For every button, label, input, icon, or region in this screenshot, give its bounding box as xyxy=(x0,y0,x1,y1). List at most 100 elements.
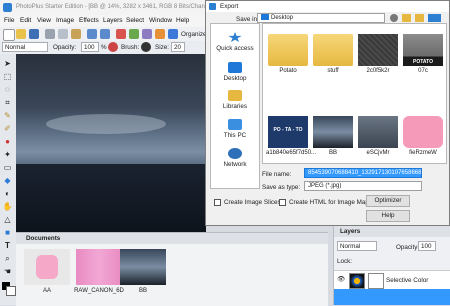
file-name-2c0f5k2r: 2c0f5k2r xyxy=(366,68,390,74)
file-item-potato[interactable]: Potato xyxy=(266,34,310,74)
file-name-fierzmew: fieRzmeW xyxy=(409,150,437,156)
eyedropper-icon[interactable]: ✎ xyxy=(2,110,13,121)
create-html-checkbox[interactable] xyxy=(279,199,286,206)
place-network[interactable]: Network xyxy=(211,148,259,168)
image-thumbnail xyxy=(358,116,398,148)
lasso-tool-icon[interactable]: ◌ xyxy=(2,84,13,95)
red-eye-icon[interactable] xyxy=(116,29,126,39)
redo-icon[interactable] xyxy=(100,29,110,39)
save-in-select[interactable]: Desktop xyxy=(257,13,385,23)
fill-tool-icon[interactable]: ◆ xyxy=(2,175,13,186)
file-item-escjvmr[interactable]: eSCjvMr xyxy=(356,116,400,156)
layer-row-background[interactable] xyxy=(334,289,450,305)
brush-tool-icon[interactable]: ✐ xyxy=(2,123,13,134)
canvas-cloud xyxy=(46,114,166,134)
optimizer-button[interactable]: Optimizer xyxy=(366,195,410,207)
file-name-input[interactable]: 854539070688410_13291713010765866818_n xyxy=(304,168,422,178)
up-folder-icon[interactable] xyxy=(402,14,411,22)
airbrush-icon[interactable] xyxy=(108,42,118,52)
copy-icon[interactable] xyxy=(58,29,68,39)
file-item-07c[interactable]: POTATO 07c xyxy=(401,34,445,74)
selection-tool-icon[interactable]: ⬚ xyxy=(2,71,13,82)
tools-palette: ➤ ⬚ ◌ ⌗ ✎ ✐ ● ✦ ▭ ◆ ◐ ✋ △ ■ T ⌕ ☚ xyxy=(0,54,17,305)
place-this-pc[interactable]: This PC xyxy=(211,119,259,139)
size-input[interactable]: 20 xyxy=(171,42,185,52)
place-label-desktop: Desktop xyxy=(223,75,247,82)
adjust-icon[interactable] xyxy=(129,29,139,39)
menu-file[interactable]: File xyxy=(4,17,14,24)
menu-edit[interactable]: Edit xyxy=(20,17,31,24)
file-item-fierzmew[interactable]: fieRzmeW xyxy=(401,116,445,156)
menu-select[interactable]: Select xyxy=(126,17,144,24)
dodge-tool-icon[interactable]: ◐ xyxy=(2,188,13,199)
crop-tool-icon[interactable]: ⌗ xyxy=(2,97,13,108)
layer-blend-mode-select[interactable]: Normal xyxy=(337,241,377,251)
layer-row-selective-color[interactable]: 👁 Selective Color xyxy=(334,270,450,290)
shape-tool-icon[interactable]: ■ xyxy=(2,227,13,238)
background-color-swatch[interactable] xyxy=(6,286,16,296)
filter-icon[interactable] xyxy=(155,29,165,39)
menu-layers[interactable]: Layers xyxy=(103,17,123,24)
view-menu-icon[interactable] xyxy=(428,14,441,22)
text-tool-icon[interactable]: T xyxy=(2,240,13,251)
save-in-label: Save in: xyxy=(236,16,259,23)
eraser-tool-icon[interactable]: ▭ xyxy=(2,162,13,173)
move-tool-icon[interactable]: ➤ xyxy=(2,58,13,69)
layers-title: Layers xyxy=(340,228,361,235)
file-name-potato: Potato xyxy=(279,68,297,74)
save-in-value: Desktop xyxy=(271,15,294,21)
place-desktop[interactable]: Desktop xyxy=(211,62,259,82)
menu-view[interactable]: View xyxy=(37,17,51,24)
layer-name: Selective Color xyxy=(386,277,429,284)
place-label-this-pc: This PC xyxy=(223,132,247,139)
paste-icon[interactable] xyxy=(71,29,81,39)
new-folder-icon[interactable] xyxy=(415,14,424,22)
image-canvas[interactable] xyxy=(16,54,206,232)
documents-panel: Documents AA RAW_CANON_6D BB xyxy=(16,232,328,306)
effects-icon[interactable] xyxy=(142,29,152,39)
file-item-2c0f5k2r[interactable]: 2c0f5k2r xyxy=(356,34,400,74)
zoom-tool-icon[interactable]: ⌕ xyxy=(2,253,13,264)
hand-tool-icon[interactable]: ☚ xyxy=(2,266,13,277)
save-icon[interactable] xyxy=(29,29,39,39)
organizer-icon[interactable] xyxy=(168,29,178,39)
sharpen-tool-icon[interactable]: △ xyxy=(2,214,13,225)
file-item-bb[interactable]: BB xyxy=(311,116,355,156)
blend-mode-select[interactable]: Normal xyxy=(2,42,48,52)
document-label-bb: BB xyxy=(138,288,147,294)
cut-icon[interactable] xyxy=(45,29,55,39)
place-quick-access[interactable]: Quick access xyxy=(211,32,259,52)
file-name-label: File name: xyxy=(262,171,292,178)
meme-caption: POTATO xyxy=(413,59,433,65)
file-name-escjvmr: eSCjvMr xyxy=(366,150,390,156)
file-item-stuff[interactable]: stuff xyxy=(311,34,355,74)
layer-opacity-input[interactable]: 100 xyxy=(418,241,436,251)
place-label-libraries: Libraries xyxy=(222,103,248,110)
menu-help[interactable]: Help xyxy=(176,17,189,24)
dialog-title-bar: Export xyxy=(206,1,449,12)
app-title: PhotoPlus Starter Edition - [BB @ 14%, 3… xyxy=(16,4,233,10)
undo-icon[interactable] xyxy=(87,29,97,39)
eye-icon[interactable]: 👁 xyxy=(337,275,345,283)
brush-tip-icon[interactable] xyxy=(141,42,151,52)
help-button[interactable]: Help xyxy=(366,210,410,222)
opacity-input[interactable]: 100 xyxy=(81,42,99,52)
new-file-icon[interactable] xyxy=(3,29,15,41)
red-eye-tool-icon[interactable]: ● xyxy=(2,136,13,147)
create-slices-checkbox[interactable] xyxy=(214,199,221,206)
place-libraries[interactable]: Libraries xyxy=(211,90,259,110)
brush-label: Brush: xyxy=(121,44,140,51)
menu-effects[interactable]: Effects xyxy=(79,17,99,24)
menu-window[interactable]: Window xyxy=(149,17,172,24)
back-icon[interactable] xyxy=(390,14,398,22)
open-folder-icon[interactable] xyxy=(16,29,26,39)
document-thumb-bb[interactable] xyxy=(120,249,166,285)
clone-tool-icon[interactable]: ✦ xyxy=(2,149,13,160)
save-as-type-select[interactable]: JPEG (*.jpg) xyxy=(304,181,422,191)
file-item-a1b840[interactable]: PO - TA - TO a1b840e65f7d50... xyxy=(266,116,316,156)
document-thumb-raw[interactable] xyxy=(76,249,122,285)
document-thumb-aa[interactable] xyxy=(24,249,70,285)
menu-image[interactable]: Image xyxy=(56,17,74,24)
documents-title: Documents xyxy=(26,235,61,242)
smudge-tool-icon[interactable]: ✋ xyxy=(2,201,13,212)
